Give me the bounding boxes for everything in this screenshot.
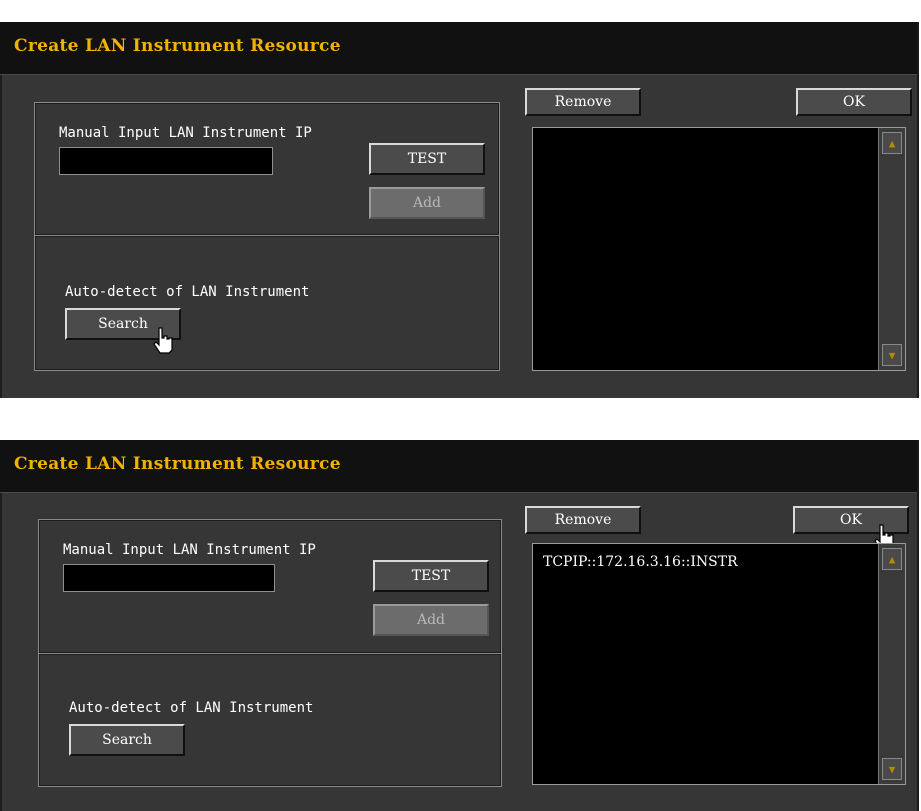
scroll-up-arrow-icon[interactable]: ▲	[882, 548, 902, 570]
dialog-title: Create LAN Instrument Resource	[14, 454, 341, 474]
resource-list[interactable]: ▲ ▼	[532, 127, 906, 371]
add-button[interactable]: Add	[369, 187, 485, 219]
dialog-titlebar: Create LAN Instrument Resource	[0, 440, 917, 493]
manual-input-label: Manual Input LAN Instrument IP	[63, 542, 316, 558]
hand-pointer-icon	[153, 327, 173, 354]
manual-input-panel: Manual Input LAN Instrument IP TEST Add	[34, 102, 500, 236]
test-button[interactable]: TEST	[369, 143, 485, 175]
resource-list-scrollbar[interactable]: ▲ ▼	[878, 128, 905, 370]
ip-address-input[interactable]	[63, 564, 275, 592]
dialog-titlebar: Create LAN Instrument Resource	[0, 22, 917, 75]
auto-detect-panel: Auto-detect of LAN Instrument Search	[34, 235, 500, 371]
ok-button[interactable]: OK	[796, 88, 912, 116]
manual-input-label: Manual Input LAN Instrument IP	[59, 125, 312, 141]
scroll-down-arrow-icon[interactable]: ▼	[882, 758, 902, 780]
dialog-title: Create LAN Instrument Resource	[14, 36, 341, 56]
resource-list-scrollbar[interactable]: ▲ ▼	[878, 544, 905, 784]
remove-button[interactable]: Remove	[525, 88, 641, 116]
dialog-body: Manual Input LAN Instrument IP TEST Add …	[0, 75, 917, 398]
create-lan-resource-dialog-1: Create LAN Instrument Resource Manual In…	[0, 0, 919, 398]
resource-list[interactable]: TCPIP::172.16.3.16::INSTR ▲ ▼	[532, 543, 906, 785]
scroll-up-arrow-icon[interactable]: ▲	[882, 132, 902, 154]
dialog-body: Manual Input LAN Instrument IP TEST Add …	[0, 493, 917, 811]
scroll-down-arrow-icon[interactable]: ▼	[882, 344, 902, 366]
remove-button[interactable]: Remove	[525, 506, 641, 534]
create-lan-resource-dialog-2: Create LAN Instrument Resource Manual In…	[0, 418, 919, 811]
manual-input-panel: Manual Input LAN Instrument IP TEST Add	[38, 519, 502, 654]
resource-list-item[interactable]: TCPIP::172.16.3.16::INSTR	[543, 554, 738, 570]
ip-address-input[interactable]	[59, 147, 273, 175]
test-button[interactable]: TEST	[373, 560, 489, 592]
auto-detect-label: Auto-detect of LAN Instrument	[69, 700, 314, 716]
auto-detect-panel: Auto-detect of LAN Instrument Search	[38, 653, 502, 787]
add-button[interactable]: Add	[373, 604, 489, 636]
search-button[interactable]: Search	[69, 724, 185, 756]
auto-detect-label: Auto-detect of LAN Instrument	[65, 284, 310, 300]
